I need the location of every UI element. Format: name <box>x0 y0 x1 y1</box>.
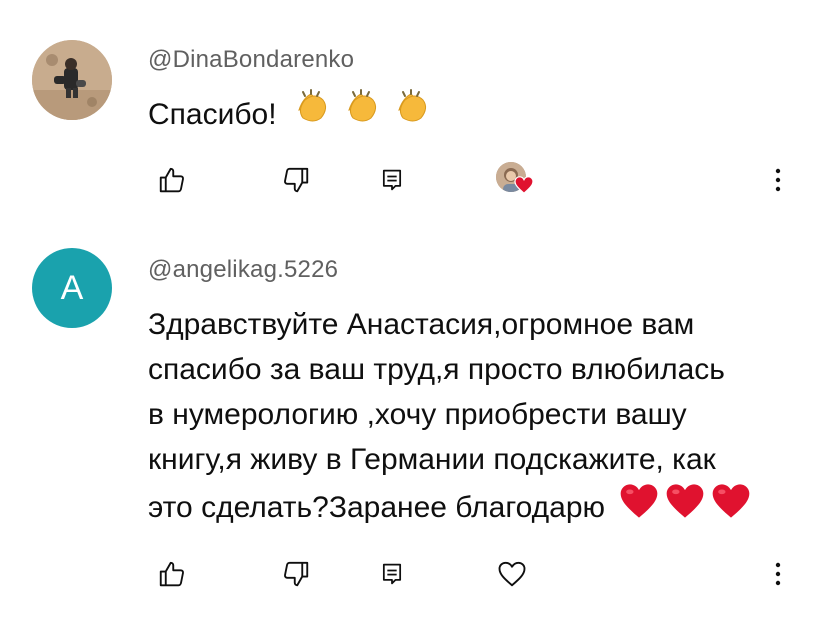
kebab-menu-icon <box>775 168 781 192</box>
more-options-button[interactable] <box>758 160 798 200</box>
dislike-button[interactable] <box>276 160 316 200</box>
dislike-button[interactable] <box>276 554 316 594</box>
comment-text-line: Здравствуйте Анастасия,огромное вам <box>148 308 695 341</box>
red-heart-icon <box>665 482 705 533</box>
comment-text-line: в нумерологию ,хочу приобрести вашу <box>148 398 687 431</box>
reply-button[interactable] <box>372 160 412 200</box>
reply-icon <box>382 563 402 585</box>
thumbs-up-icon <box>159 561 184 587</box>
kebab-menu-icon <box>775 562 781 586</box>
reply-icon <box>382 169 402 191</box>
comment: A @angelikag.5226 Здравствуйте Анастасия… <box>0 232 828 636</box>
comment-author[interactable]: @DinaBondarenko <box>148 46 354 74</box>
avatar-photo <box>32 40 112 120</box>
comment-actions <box>0 554 828 594</box>
comment-text-line: книгу,я живу в Германии подскажите, как <box>148 443 716 476</box>
more-options-button[interactable] <box>758 554 798 594</box>
comment-text: Здравствуйте Анастасия,огромное вам спас… <box>148 302 808 533</box>
clapping-hands-icon <box>339 88 383 141</box>
heart-outline-icon <box>498 561 526 587</box>
avatar[interactable] <box>32 40 112 120</box>
heart-button[interactable] <box>492 554 532 594</box>
comment-actions <box>0 160 828 200</box>
thumbs-down-icon <box>284 167 309 193</box>
clapping-hands-icon <box>289 88 333 141</box>
thumbs-down-icon <box>284 561 309 587</box>
creator-heart-badge[interactable] <box>496 162 536 198</box>
comment-text-line: спасибо за ваш труд,я просто влюбилась <box>148 353 725 386</box>
comment: @DinaBondarenko Спасибо! <box>0 0 828 232</box>
like-button[interactable] <box>152 554 192 594</box>
avatar[interactable]: A <box>32 248 112 328</box>
red-heart-icon <box>619 482 659 533</box>
comment-author[interactable]: @angelikag.5226 <box>148 256 338 284</box>
comment-text-line: это сделать?Заранее благодарю <box>148 491 606 524</box>
comment-text-last-line: это сделать?Заранее благодарю <box>148 482 808 533</box>
avatar-letter: A <box>60 268 84 307</box>
red-heart-icon <box>711 482 751 533</box>
reply-button[interactable] <box>372 554 412 594</box>
heart-icon <box>514 176 534 194</box>
clapping-hands-icon <box>389 88 433 141</box>
comment-text-body: Спасибо! <box>148 98 277 131</box>
comment-text: Спасибо! <box>148 88 808 141</box>
thumbs-up-icon <box>159 167 184 193</box>
like-button[interactable] <box>152 160 192 200</box>
